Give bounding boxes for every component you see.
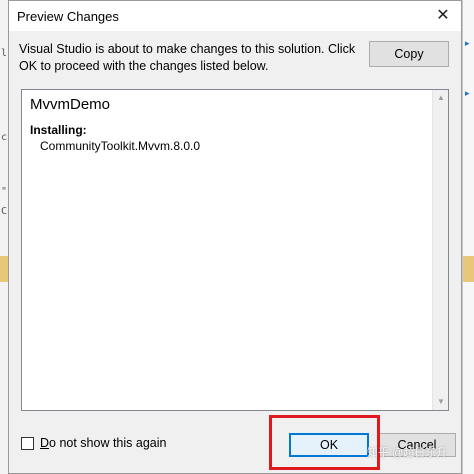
package-item: CommunityToolkit.Mvvm.8.0.0 — [40, 139, 201, 153]
close-icon[interactable]: ✕ — [429, 3, 457, 29]
dont-show-again-option[interactable]: Do not show this again — [21, 436, 166, 450]
ok-button[interactable]: OK — [289, 433, 369, 457]
dialog-message: Visual Studio is about to make changes t… — [19, 42, 356, 73]
bg-fragment: C — [1, 206, 8, 217]
bg-fragment: " — [1, 186, 8, 197]
installing-label: Installing: — [30, 123, 87, 137]
project-name: MvvmDemo — [30, 96, 111, 113]
bg-fragment: ▸ — [465, 38, 470, 48]
scroll-up-arrow-icon[interactable]: ▲ — [433, 90, 449, 106]
dialog-title: Preview Changes — [17, 9, 119, 24]
bg-fragment: c — [1, 132, 8, 143]
copy-button[interactable]: Copy — [369, 41, 449, 67]
dialog-titlebar: Preview Changes ✕ — [9, 1, 461, 31]
dont-show-again-label: Do not show this again — [40, 436, 167, 450]
bg-stripe — [463, 256, 474, 282]
watermark: 知乎 @超日东升 — [367, 447, 448, 459]
bg-fragment: ▸ — [465, 88, 470, 98]
changes-list-panel[interactable]: MvvmDemo Installing: CommunityToolkit.Mv… — [21, 89, 449, 411]
changes-content: MvvmDemo Installing: CommunityToolkit.Mv… — [22, 90, 432, 410]
bg-fragment: l — [1, 48, 8, 59]
preview-changes-dialog: Preview Changes ✕ Visual Studio is about… — [8, 0, 462, 474]
dont-show-again-checkbox[interactable] — [21, 436, 34, 450]
vertical-scrollbar[interactable]: ▲ ▼ — [432, 90, 448, 410]
background-ide-right-edge: ▸ ▸ — [462, 0, 474, 474]
scroll-down-arrow-icon[interactable]: ▼ — [433, 394, 449, 410]
